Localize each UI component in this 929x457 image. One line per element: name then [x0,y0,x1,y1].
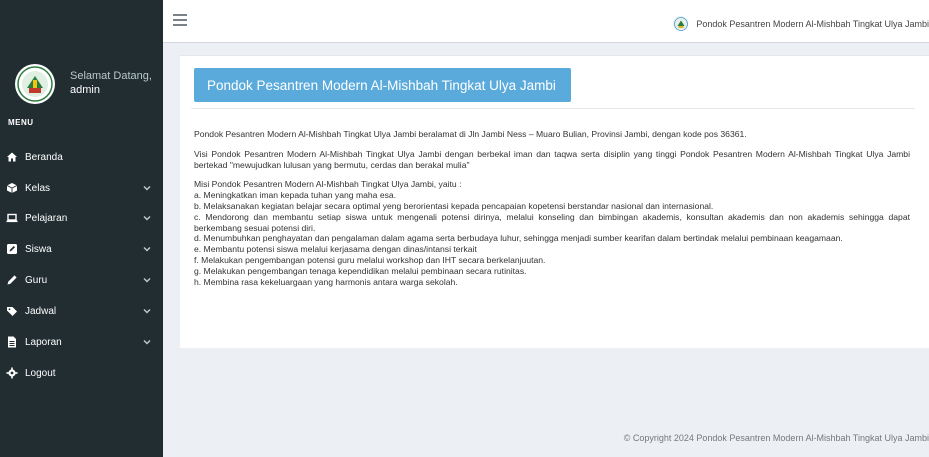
edit-icon [6,243,18,255]
page-title: Pondok Pesantren Modern Al-Mishbah Tingk… [194,68,571,102]
menu-toggle-icon[interactable] [173,14,187,26]
footer-copyright: © Copyright 2024 Pondok Pesantren Modern… [623,433,929,443]
sidebar-item-laporan[interactable]: Laporan [0,331,163,353]
user-panel: Selamat Datang, admin [15,62,163,122]
user-name: admin [70,84,100,96]
sidebar-item-beranda[interactable]: Beranda [0,146,163,168]
sidebar-item-pelajaran[interactable]: Pelajaran [0,207,163,229]
file-icon [6,336,18,348]
intro-paragraph: Pondok Pesantren Modern Al-Mishbah Tingk… [194,129,747,139]
pencil-icon [6,274,18,286]
welcome-text: Selamat Datang, [70,70,152,82]
school-logo-icon [17,66,53,102]
misi-item: d. Menumbuhkan penghayatan dan pengalama… [194,233,843,244]
sidebar: Selamat Datang, admin MENU Beranda Kelas… [0,0,163,457]
gear-icon [6,367,18,379]
misi-item: a. Meningkatkan iman kepada tuhan yang m… [194,190,397,201]
misi-item: b. Melaksanakan kegiatan belajar secara … [194,200,714,211]
sidebar-item-label: Logout [25,367,56,379]
misi-item: c. Mendorong dan membantu setiap siswa u… [194,211,910,233]
chevron-down-icon [143,215,151,221]
misi-item: h. Membina rasa kekeluargaan yang harmon… [194,276,458,287]
user-info: Selamat Datang, admin [70,70,152,97]
sidebar-item-label: Pelajaran [25,212,68,224]
chevron-down-icon [143,339,151,345]
visi-paragraph: Visi Pondok Pesantren Modern Al-Mishbah … [194,148,910,170]
sidebar-item-label: Jadwal [25,305,57,317]
cube-icon [6,182,18,194]
main-content-box: Pondok Pesantren Modern Al-Mishbah Tingk… [180,55,929,348]
misi-item: g. Melakukan pengembangan tenaga kependi… [194,265,527,276]
sidebar-logo-area [0,0,163,43]
misi-item: e. Membantu potensi siswa melalui kerjas… [194,244,477,255]
chevron-down-icon [143,277,151,283]
tag-icon [6,305,18,317]
school-logo-icon [673,16,689,31]
profile-text: Pondok Pesantren Modern Al-Mishbah Tingk… [194,129,910,287]
chevron-down-icon [143,308,151,314]
sidebar-item-siswa[interactable]: Siswa [0,238,163,260]
chevron-down-icon [143,185,151,191]
sidebar-item-guru[interactable]: Guru [0,269,163,291]
sidebar-item-label: Kelas [25,182,51,194]
sidebar-item-label: Siswa [25,243,52,255]
sidebar-item-label: Guru [25,274,48,286]
title-divider [191,108,915,109]
navbar-site-name: Pondok Pesantren Modern Al-Mishbah Tingk… [696,18,929,29]
misi-item: f. Melakukan pengembangan potensi guru m… [194,254,546,265]
user-menu[interactable]: Pondok Pesantren Modern Al-Mishbah Tingk… [673,16,929,31]
top-navbar: Pondok Pesantren Modern Al-Mishbah Tingk… [163,0,929,43]
sidebar-item-kelas[interactable]: Kelas [0,177,163,199]
chevron-down-icon [143,246,151,252]
misi-intro: Misi Pondok Pesantren Modern Al-Mishbah … [194,179,462,190]
sidebar-item-label: Beranda [25,151,63,163]
sidebar-item-jadwal[interactable]: Jadwal [0,300,163,322]
misi-section: Misi Pondok Pesantren Modern Al-Mishbah … [194,179,910,287]
sidebar-item-label: Laporan [25,336,62,348]
menu-header: MENU [8,118,34,127]
laptop-icon [6,212,18,224]
sidebar-item-logout[interactable]: Logout [0,362,163,384]
avatar [15,64,55,104]
home-icon [6,151,18,163]
